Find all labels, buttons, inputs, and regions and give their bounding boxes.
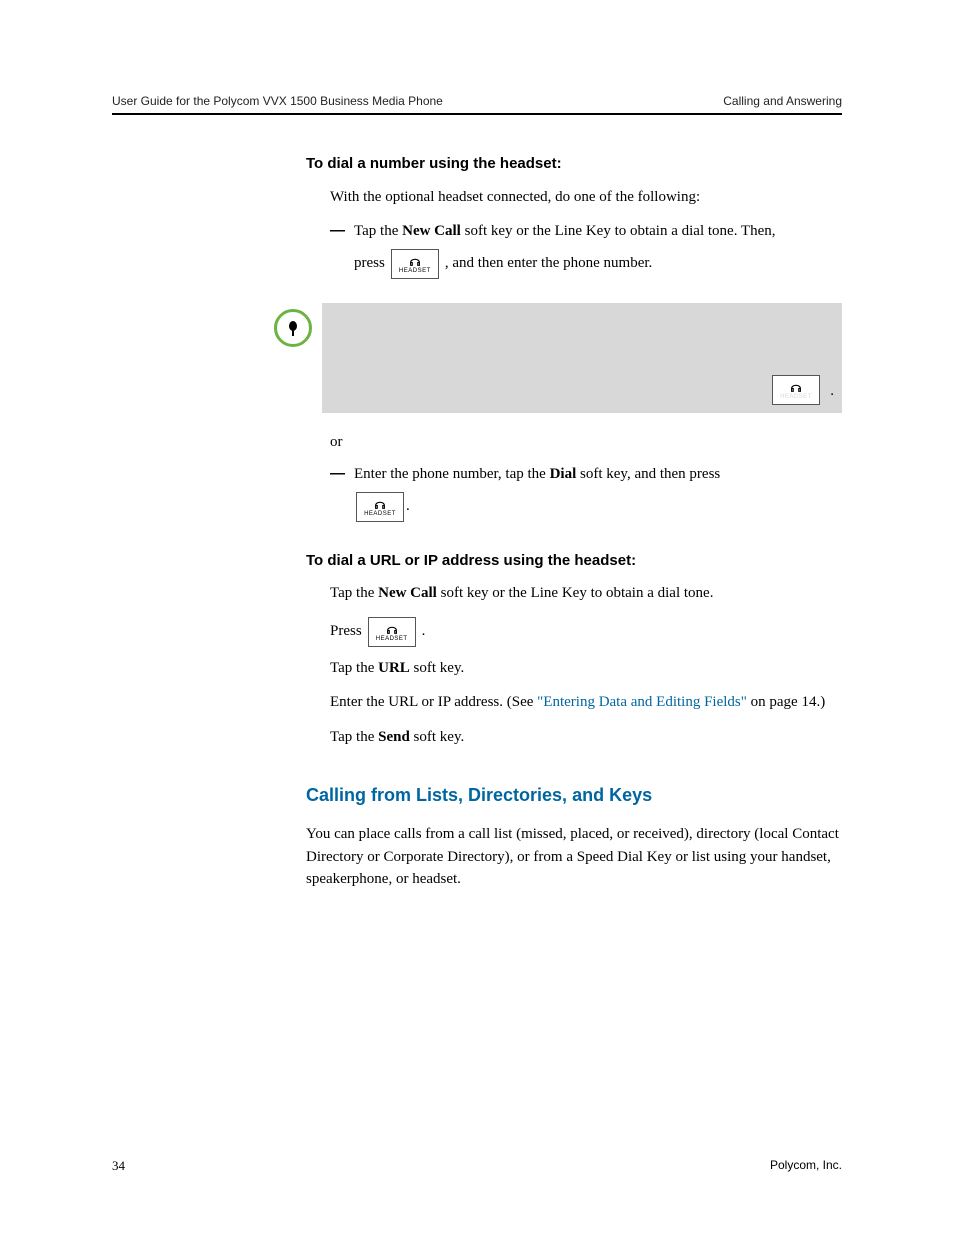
page-number: 34 (112, 1156, 125, 1176)
press-word-2: Press (330, 620, 362, 643)
tip-icon (274, 309, 312, 347)
heading-dial-url: To dial a URL or IP address using the he… (306, 550, 842, 573)
heading-calling-lists: Calling from Lists, Directories, and Key… (306, 782, 842, 809)
footer-company: Polycom, Inc. (770, 1156, 842, 1176)
headset-key-icon: HEADSET (356, 492, 404, 522)
headset-key-icon: HEADSET (391, 249, 439, 279)
link-entering-data[interactable]: "Entering Data and Editing Fields" (537, 694, 747, 710)
press-period: . (422, 620, 426, 643)
header-right: Calling and Answering (723, 92, 842, 110)
bullet1-text: Tap the New Call soft key or the Line Ke… (354, 220, 842, 243)
p3: Tap the URL soft key. (330, 657, 842, 680)
headset-key-icon: HEADSET (368, 617, 416, 647)
dash-bullet: — (330, 463, 354, 486)
p5: Tap the Send soft key. (330, 726, 842, 749)
note-body: HEADSET . (322, 303, 842, 413)
dash-bullet: — (330, 220, 354, 243)
p4: Enter the URL or IP address. (See "Enter… (330, 691, 842, 714)
or-text: or (330, 431, 842, 454)
press-word: press (354, 252, 385, 275)
bullet2-text: Enter the phone number, tap the Dial sof… (354, 463, 842, 486)
header-left: User Guide for the Polycom VVX 1500 Busi… (112, 92, 443, 110)
after-press-text: , and then enter the phone number. (445, 252, 652, 275)
note-trailing-dot: . (830, 380, 834, 403)
heading-dial-headset: To dial a number using the headset: (306, 153, 842, 176)
p1: Tap the New Call soft key or the Line Ke… (330, 582, 842, 605)
section3-body: You can place calls from a call list (mi… (306, 823, 842, 891)
period: . (406, 495, 410, 518)
headset-key-icon: HEADSET (772, 375, 820, 405)
header-rule (112, 113, 842, 115)
intro-text: With the optional headset connected, do … (330, 186, 842, 209)
